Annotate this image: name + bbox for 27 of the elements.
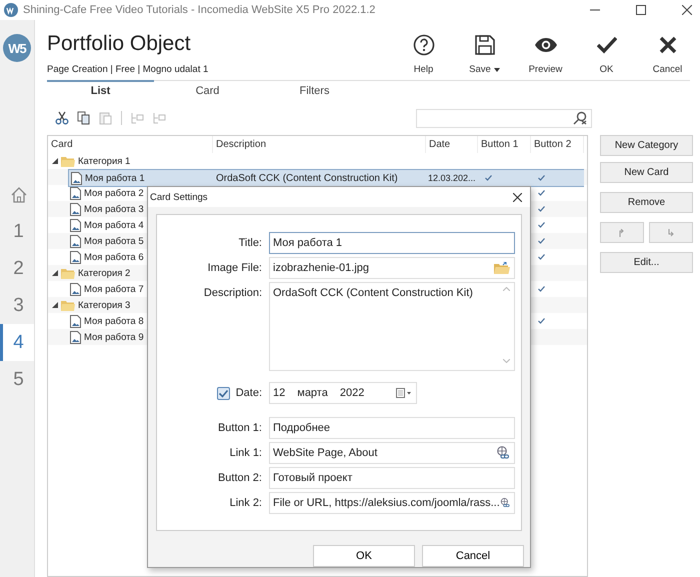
card-name: Моя работа 4 (84, 220, 144, 230)
card-name: Моя работа 3 (84, 204, 144, 214)
field-label: Description: (204, 287, 262, 299)
description-text: OrdaSoft CCK (Content Construction Kit) (216, 172, 398, 184)
page-subtitle: Page Creation | Free | Mogno udalat 1 (47, 64, 208, 75)
date-text: 12.03.202... (428, 173, 476, 183)
field-label: Link 2: (230, 497, 262, 509)
field-label: Link 1: (230, 447, 262, 459)
card-name: Моя работа 8 (84, 316, 144, 326)
card-name: Моя работа 1 (85, 172, 145, 184)
card-name: Моя работа 5 (84, 236, 144, 246)
category-name: Категория 2 (78, 268, 130, 278)
field-label: Title: (238, 237, 262, 249)
field-label: Button 2: (218, 472, 262, 484)
window-title: Shining-Cafe Free Video Tutorials - Incomedia WebSite X5 Pro 2022.1.2 (23, 4, 376, 16)
field-label: Button 1: (218, 422, 262, 434)
card-name: Моя работа 2 (84, 188, 144, 198)
card-name: Моя работа 7 (84, 284, 144, 294)
app-logo: W5 (3, 34, 31, 62)
field-label: Date: (236, 387, 262, 399)
dialog-title: Card Settings (150, 192, 208, 202)
card-name: Моя работа 6 (84, 252, 144, 262)
category-name: Категория 3 (78, 300, 130, 310)
page-title: Portfolio Object (47, 32, 192, 56)
field-label: Image File: (208, 262, 262, 274)
card-name: Моя работа 9 (84, 332, 144, 342)
category-name: Категория 1 (78, 156, 130, 166)
